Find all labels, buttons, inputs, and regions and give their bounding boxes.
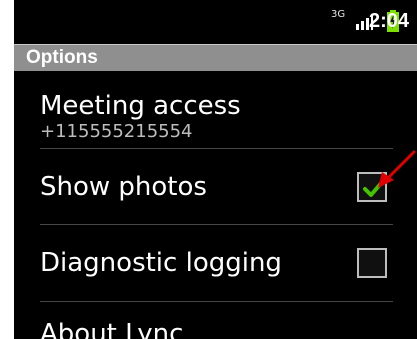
about-lync-label: About Lync bbox=[40, 319, 184, 339]
diagnostic-logging-label: Diagnostic logging bbox=[40, 248, 282, 278]
network-3g-label: 3G bbox=[331, 9, 346, 20]
status-time: 2:04 bbox=[368, 10, 409, 32]
network-3g-icon: 3G bbox=[331, 10, 347, 30]
checkmark-icon bbox=[363, 179, 385, 197]
meeting-access-label: Meeting access bbox=[40, 91, 241, 121]
list-item-show-photos[interactable]: Show photos bbox=[14, 149, 417, 224]
list-item-meeting-access[interactable]: Meeting access +115555215554 bbox=[14, 71, 417, 148]
show-photos-label: Show photos bbox=[40, 172, 207, 202]
screenshot-frame: 3G 2:04 Options Meeting access +11555521… bbox=[0, 0, 417, 339]
show-photos-checkbox[interactable] bbox=[357, 172, 387, 202]
status-bar: 3G 2:04 bbox=[14, 0, 417, 44]
list-item-diagnostic-logging[interactable]: Diagnostic logging bbox=[14, 225, 417, 301]
page-title: Options bbox=[26, 47, 98, 68]
options-title-bar: Options bbox=[14, 44, 417, 72]
meeting-access-number: +115555215554 bbox=[40, 121, 193, 142]
options-list: Meeting access +115555215554 Show photos… bbox=[14, 71, 417, 339]
diagnostic-logging-checkbox[interactable] bbox=[357, 248, 387, 278]
phone-screen: 3G 2:04 Options Meeting access +11555521… bbox=[14, 0, 417, 339]
list-item-about-lync[interactable]: About Lync bbox=[14, 302, 417, 339]
